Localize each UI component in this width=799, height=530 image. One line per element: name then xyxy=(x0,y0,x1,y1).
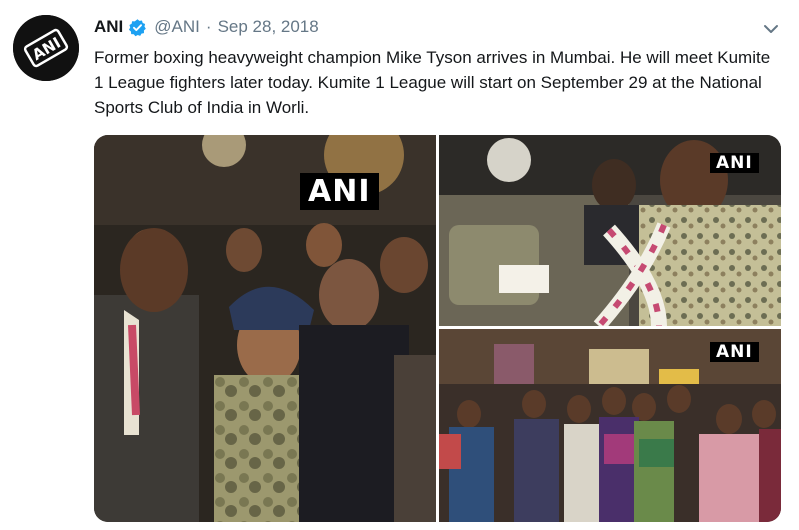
watermark-ani: ANI xyxy=(710,342,759,362)
verified-badge-icon xyxy=(128,18,147,37)
tweet-date[interactable]: Sep 28, 2018 xyxy=(218,16,319,38)
ani-logo-icon: ANI xyxy=(13,15,79,81)
fans-posters-photo[interactable]: ANI xyxy=(439,329,781,522)
watermark-ani: ANI xyxy=(710,153,759,173)
chevron-down-icon[interactable] xyxy=(760,18,782,40)
tweet-header: ANI @ANI · Sep 28, 2018 xyxy=(94,16,319,38)
media-grid: ANI ANI ANI xyxy=(94,135,781,522)
account-handle[interactable]: @ANI xyxy=(154,16,200,38)
watermark-ani: ANI xyxy=(300,173,379,210)
tweet-text: Former boxing heavyweight champion Mike … xyxy=(94,48,771,117)
account-name[interactable]: ANI xyxy=(94,16,123,38)
tweet-card[interactable]: ANI ANI @ANI · Sep 28, 2018 Former boxin… xyxy=(0,0,799,530)
separator-dot: · xyxy=(205,17,212,36)
car-garland-photo[interactable]: ANI xyxy=(439,135,781,326)
avatar[interactable]: ANI xyxy=(13,15,79,81)
crowd-arrival-photo[interactable]: ANI xyxy=(94,135,436,522)
